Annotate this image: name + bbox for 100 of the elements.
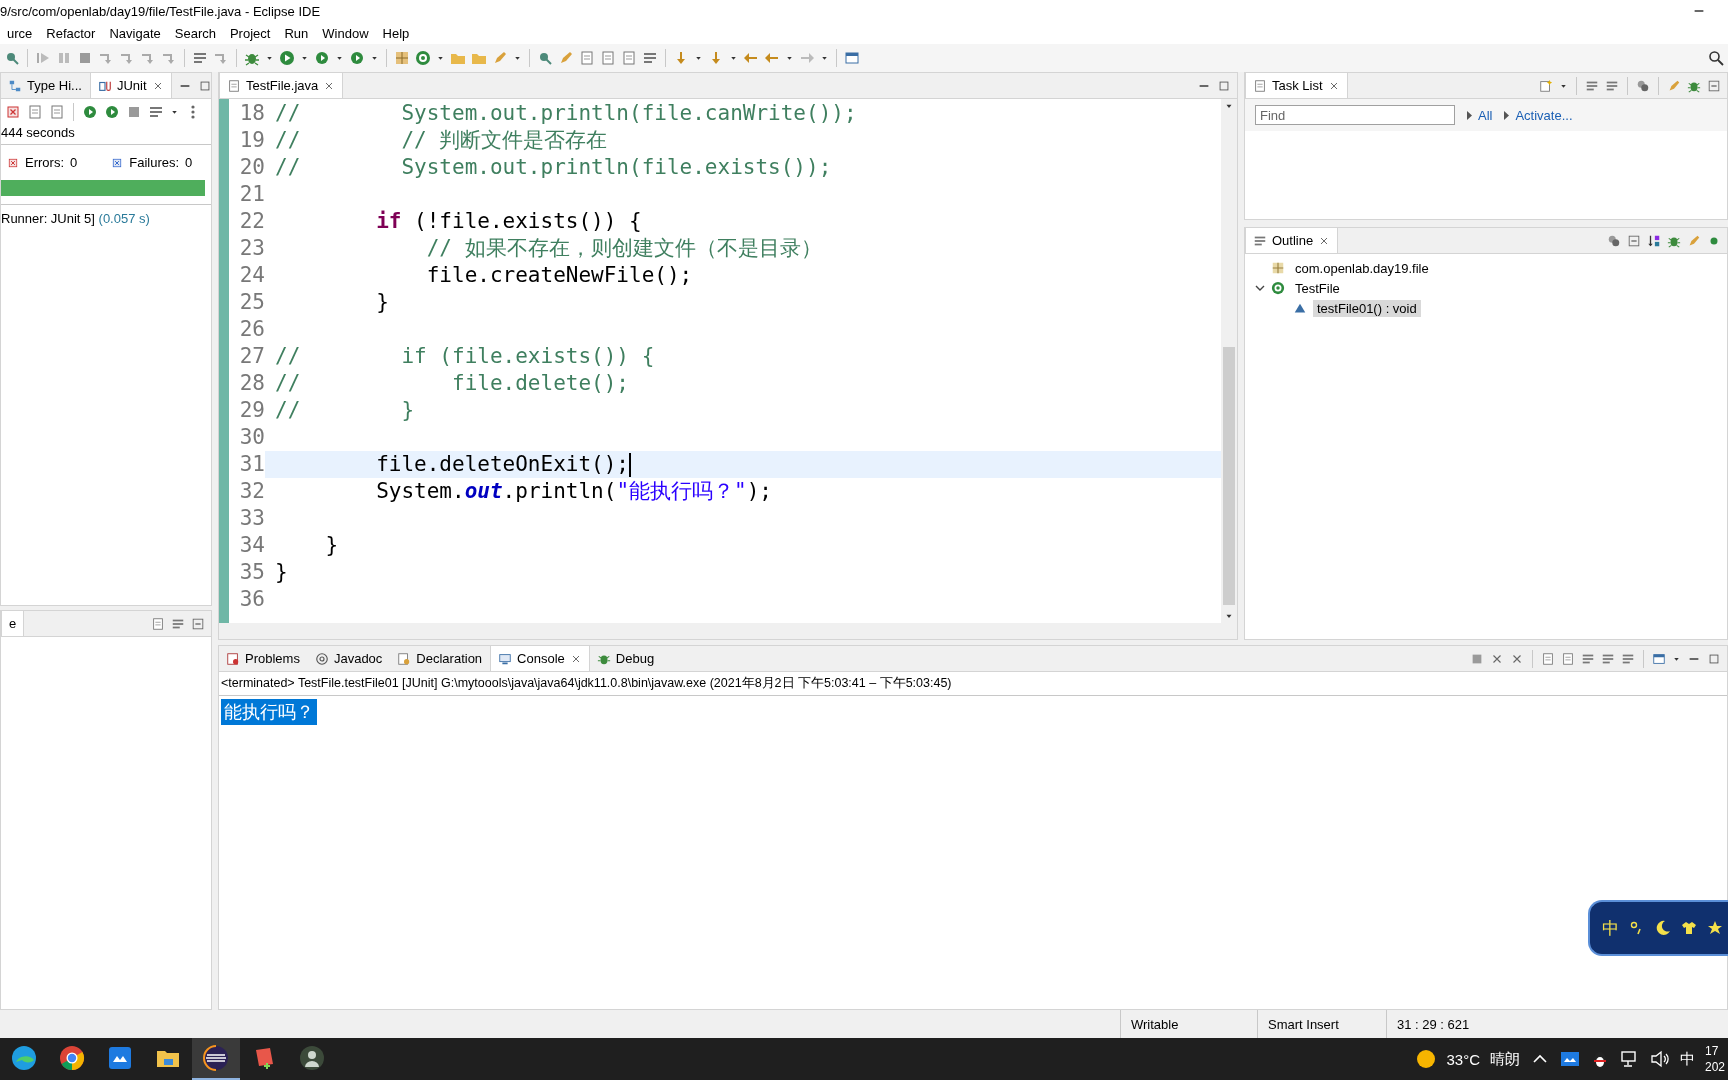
code-line: }: [275, 559, 288, 586]
menu-item[interactable]: Help: [375, 25, 417, 41]
line-number: 19: [238, 127, 265, 154]
menu-item[interactable]: Navigate: [102, 25, 168, 41]
rerun-icon[interactable]: [104, 104, 120, 120]
line-number: 33: [238, 505, 265, 532]
line-number: 36: [238, 586, 265, 613]
rerun-icon[interactable]: [314, 50, 330, 66]
menu-item[interactable]: Run: [277, 25, 316, 41]
speaker-icon[interactable]: [1649, 1049, 1670, 1069]
moon-icon[interactable]: [1655, 920, 1671, 936]
line-number: 35: [238, 559, 265, 586]
ime-mode[interactable]: 中: [1602, 916, 1619, 940]
clock-time[interactable]: 17: [1704, 1043, 1725, 1059]
console-status: <terminated> TestFile.testFile01 [JUnit] G:\mytoools\java\java64\jdk11.0.8\bin\javaw.exe (2021年8月2日 下午5:03:41 – 下午5:03:45): [219, 672, 1727, 696]
line-number: 22: [238, 208, 265, 235]
view-tab[interactable]: Outline: [1245, 228, 1339, 253]
sort-icon[interactable]: [1647, 233, 1661, 248]
grid-icon[interactable]: [394, 50, 410, 66]
window-title: 9/src/com/openlab/day19/file/TestFile.java - Eclipse IDE: [0, 3, 321, 19]
line-number: 24: [238, 262, 265, 289]
app-icon[interactable]: [1559, 1049, 1580, 1069]
scroll-thumb[interactable]: [1223, 347, 1235, 605]
pin-icon[interactable]: [537, 50, 553, 66]
link[interactable]: All: [1478, 107, 1493, 123]
code-line: }: [375, 289, 389, 316]
maximize-icon[interactable]: [1707, 651, 1721, 666]
play-icon[interactable]: [279, 50, 295, 66]
view-tab[interactable]: Type Hi...: [1, 73, 90, 98]
rerun-icon[interactable]: [82, 104, 98, 120]
stop-icon[interactable]: [77, 50, 93, 66]
triangle-icon: [1504, 110, 1510, 120]
view-tab[interactable]: JUnit: [89, 73, 172, 98]
view-tab[interactable]: Declaration: [390, 646, 491, 671]
shirt-icon[interactable]: [1681, 920, 1697, 936]
browser-icon[interactable]: [58, 1044, 86, 1072]
document-icon[interactable]: [1561, 651, 1575, 666]
line-number: 30: [238, 424, 265, 451]
declaration-icon: [397, 651, 412, 666]
ide-icon[interactable]: [202, 1044, 230, 1072]
line-number: 23: [238, 235, 265, 262]
clock-date[interactable]: 202: [1704, 1059, 1725, 1075]
pin-icon[interactable]: [4, 50, 20, 66]
console-output: 能执行吗？: [221, 699, 317, 725]
tree-item[interactable]: testFile01() : void: [1313, 299, 1421, 317]
list-icon[interactable]: [642, 50, 658, 66]
menu-item[interactable]: Window: [315, 25, 376, 41]
view-tab[interactable]: e: [1, 611, 25, 636]
collapse-icon[interactable]: [191, 616, 205, 631]
new-document-icon[interactable]: [1539, 78, 1553, 93]
app-icon[interactable]: [106, 1044, 134, 1072]
star-icon[interactable]: [1707, 920, 1723, 936]
code-line: // }: [275, 397, 415, 424]
sun-icon[interactable]: [1416, 1049, 1437, 1069]
elapsed-time: 444 seconds: [1, 125, 76, 140]
find-field[interactable]: Find: [1255, 105, 1455, 125]
line-number: 21: [238, 181, 265, 208]
collapse-icon[interactable]: [1707, 78, 1721, 93]
window-icon[interactable]: [1652, 651, 1666, 666]
failures-label: Failures:: [129, 155, 180, 170]
chevron-icon[interactable]: [1255, 283, 1265, 293]
failure-icon: [111, 156, 124, 169]
class-icon[interactable]: [415, 50, 431, 66]
vertical-scrollbar[interactable]: [1221, 99, 1237, 623]
view-tab[interactable]: Debug: [589, 646, 663, 671]
avatar-icon[interactable]: [298, 1044, 326, 1072]
menu-item[interactable]: Refactor: [39, 25, 103, 41]
window-icon[interactable]: [844, 50, 860, 66]
document-icon[interactable]: [151, 616, 165, 631]
temperature: 33°C: [1446, 1050, 1480, 1068]
runner-label: Runner: JUnit 5]: [1, 211, 95, 226]
failures-count: 0: [185, 155, 193, 170]
menu-item[interactable]: Project: [222, 25, 278, 41]
rerun-icon[interactable]: [349, 50, 365, 66]
browser-icon[interactable]: [10, 1044, 38, 1072]
collapse-icon[interactable]: [1627, 233, 1641, 248]
tree-item[interactable]: TestFile: [1291, 279, 1344, 297]
view-tab[interactable]: TestFile.java: [219, 73, 344, 98]
menu-item[interactable]: Search: [167, 25, 223, 41]
error-icon[interactable]: [5, 104, 21, 120]
maximize-icon[interactable]: [197, 78, 211, 93]
menu-item[interactable]: urce: [0, 25, 40, 41]
view-tab[interactable]: Task List: [1245, 73, 1348, 98]
line-number: 20: [238, 154, 265, 181]
list-icon[interactable]: [192, 50, 208, 66]
view-tab[interactable]: Javadoc: [307, 646, 391, 671]
link[interactable]: Activate...: [1515, 107, 1573, 123]
document-icon[interactable]: [1541, 651, 1555, 666]
errors-label: Errors:: [25, 155, 64, 170]
hierarchy-icon: [8, 78, 22, 93]
spheres-icon[interactable]: [1636, 78, 1650, 93]
view-tab[interactable]: Console: [490, 646, 590, 671]
list-icon[interactable]: [148, 104, 164, 120]
search-icon[interactable]: [1708, 50, 1724, 66]
maximize-icon[interactable]: [1217, 78, 1231, 93]
tree-item[interactable]: com.openlab.day19.file: [1291, 259, 1433, 277]
stop-icon[interactable]: [126, 104, 142, 120]
view-tab[interactable]: Problems: [219, 646, 308, 671]
input-mode[interactable]: 中: [1679, 1049, 1695, 1069]
spheres-icon[interactable]: [1607, 233, 1621, 248]
